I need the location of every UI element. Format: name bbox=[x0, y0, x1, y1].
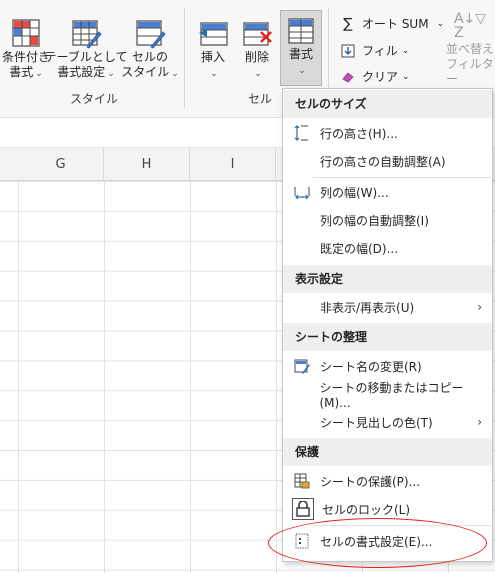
column-width-label: 列の幅(W)... bbox=[320, 185, 389, 200]
clear-button[interactable]: クリア ⌄ bbox=[340, 68, 410, 85]
section-organize-sheets: シートの整理 bbox=[283, 323, 492, 351]
menu-item-autofit-column[interactable]: 列の幅の自動調整(I) bbox=[283, 206, 492, 234]
cells-group-label: セル bbox=[248, 92, 273, 106]
chevron-down-icon: ⌄ bbox=[210, 69, 218, 79]
section-cell-size: セルのサイズ bbox=[283, 90, 492, 118]
row-height-icon bbox=[292, 123, 312, 143]
row-height-label: 行の高さ(H)... bbox=[320, 126, 398, 141]
menu-item-column-width[interactable]: 列の幅(W)... bbox=[283, 178, 492, 206]
rename-sheet-label: シート名の変更(R) bbox=[320, 359, 422, 374]
delete-cells-icon bbox=[241, 18, 273, 50]
chevron-down-icon: ⌄ bbox=[298, 66, 306, 76]
delete-label: 削除 bbox=[244, 50, 269, 64]
format-as-table-icon bbox=[70, 18, 102, 50]
fill-down-icon bbox=[340, 43, 356, 59]
eraser-icon bbox=[340, 69, 356, 85]
move-copy-sheet-label: シートの移動またはコピー(M)... bbox=[319, 380, 464, 410]
chevron-down-icon: ⌄ bbox=[107, 69, 115, 79]
menu-item-move-copy-sheet[interactable]: シートの移動またはコピー(M)... bbox=[283, 380, 492, 410]
autofit-column-label: 列の幅の自動調整(I) bbox=[320, 213, 429, 228]
format-as-table-label-2: 書式設定 bbox=[57, 65, 106, 79]
styles-group-label: スタイル bbox=[70, 92, 119, 106]
red-highlight-ellipse bbox=[268, 518, 487, 568]
default-width-label: 既定の幅(D)... bbox=[320, 241, 399, 256]
insert-button[interactable]: 挿入 ⌄ bbox=[192, 14, 234, 82]
menu-item-row-height[interactable]: 行の高さ(H)... bbox=[283, 119, 492, 147]
chevron-down-icon: ⌄ bbox=[254, 69, 262, 79]
menu-item-protect-sheet[interactable]: シートの保護(P)... bbox=[283, 467, 492, 495]
format-icon bbox=[285, 15, 317, 47]
column-header-h[interactable]: H bbox=[104, 148, 190, 181]
autofit-row-label: 行の高さの自動調整(A) bbox=[320, 154, 446, 169]
cell-styles-button[interactable]: セルの スタイル ⌄ bbox=[121, 14, 179, 82]
fill-label: フィル bbox=[362, 44, 398, 58]
chevron-down-icon: ⌄ bbox=[436, 18, 445, 29]
protect-sheet-label: シートの保護(P)... bbox=[320, 474, 421, 489]
clear-label: クリア bbox=[362, 70, 399, 84]
column-header-i[interactable]: I bbox=[190, 148, 276, 181]
conditional-formatting-label-1: 条件付き bbox=[2, 50, 51, 64]
chevron-down-icon: ⌄ bbox=[401, 45, 410, 56]
protect-sheet-icon bbox=[292, 471, 312, 491]
format-as-table-button[interactable]: テーブルとして 書式設定 ⌄ bbox=[45, 14, 127, 82]
sort-filter-icon: A↓▽ Z bbox=[453, 11, 487, 41]
rename-sheet-icon bbox=[292, 356, 312, 376]
lock-cell-label: セルのロック(L) bbox=[322, 502, 411, 517]
hide-unhide-label: 非表示/再表示(U) bbox=[320, 300, 415, 315]
chevron-down-icon: ⌄ bbox=[171, 69, 179, 79]
cell-styles-icon bbox=[134, 18, 166, 50]
insert-cells-icon bbox=[197, 18, 229, 50]
autosum-label: オート SUM bbox=[362, 17, 429, 31]
menu-item-hide-unhide[interactable]: 非表示/再表示(U) › bbox=[283, 293, 492, 321]
sort-filter-label-1: 並べ替え bbox=[446, 42, 495, 56]
column-width-icon bbox=[292, 182, 312, 202]
menu-item-rename-sheet[interactable]: シート名の変更(R) bbox=[283, 352, 492, 380]
conditional-formatting-icon bbox=[10, 18, 42, 50]
section-visibility: 表示設定 bbox=[283, 265, 492, 293]
conditional-formatting-label-2: 書式 bbox=[9, 65, 34, 79]
cell-styles-label-1: セルの bbox=[131, 50, 168, 64]
column-header-g[interactable]: G bbox=[18, 148, 104, 181]
sort-filter-label-2: フィルター bbox=[446, 57, 494, 86]
chevron-down-icon: ⌄ bbox=[402, 71, 410, 82]
menu-item-autofit-row[interactable]: 行の高さの自動調整(A) bbox=[283, 147, 492, 175]
section-protection: 保護 bbox=[283, 438, 492, 466]
fill-button[interactable]: フィル ⌄ bbox=[340, 42, 409, 59]
lock-icon bbox=[292, 498, 314, 520]
cell-styles-label-2: スタイル bbox=[121, 65, 170, 79]
autosum-button[interactable]: ∑ オート SUM ⌄ bbox=[340, 15, 444, 32]
insert-label: 挿入 bbox=[200, 50, 225, 64]
sigma-icon: ∑ bbox=[343, 15, 353, 32]
chevron-right-icon: › bbox=[477, 300, 482, 314]
chevron-right-icon: › bbox=[477, 415, 482, 429]
tab-color-label: シート見出しの色(T) bbox=[320, 415, 433, 430]
menu-item-default-width[interactable]: 既定の幅(D)... bbox=[283, 234, 492, 262]
format-as-table-label-1: テーブルとして bbox=[44, 50, 128, 64]
sort-filter-button[interactable]: A↓▽ Z 並べ替え フィルター bbox=[446, 12, 494, 87]
format-button[interactable]: 書式 ⌄ bbox=[280, 10, 322, 86]
conditional-formatting-button[interactable]: 条件付き 書式 ⌄ bbox=[2, 14, 50, 82]
format-dropdown-menu: セルのサイズ 行の高さ(H)... 行の高さの自動調整(A) 列の幅(W)...… bbox=[282, 88, 493, 562]
group-separator bbox=[184, 8, 185, 108]
menu-item-tab-color[interactable]: シート見出しの色(T) › bbox=[283, 408, 492, 436]
format-label: 書式 bbox=[288, 47, 313, 61]
chevron-down-icon: ⌄ bbox=[35, 69, 43, 79]
delete-button[interactable]: 削除 ⌄ bbox=[236, 14, 278, 82]
